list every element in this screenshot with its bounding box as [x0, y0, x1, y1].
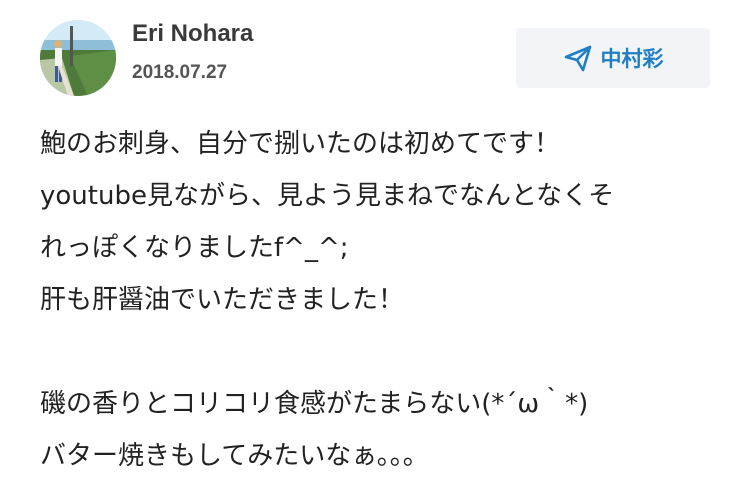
post-body: 鮑のお刺身、自分で捌いたのは初めてです！ youtube見ながら、見よう見まねで…	[40, 118, 720, 482]
avatar-photo	[40, 20, 116, 96]
body-line: 鮑のお刺身、自分で捌いたのは初めてです！	[40, 129, 561, 159]
body-line: 磯の香りとコリコリ食感がたまらない(*´ω｀*)	[40, 389, 589, 419]
send-icon	[563, 43, 593, 73]
body-line: youtube見ながら、見よう見まねでなんとなくそ	[40, 181, 615, 211]
author-name[interactable]: Eri Nohara	[132, 20, 253, 48]
body-line: れっぽくなりましたf^_^;	[40, 233, 349, 263]
body-line: 肝も肝醤油でいただきました！	[40, 285, 405, 315]
post-header: Eri Nohara 2018.07.27 中村彩	[40, 18, 710, 98]
body-line: バター焼きもしてみたいなぁ。。。	[40, 441, 429, 471]
mention-button[interactable]: 中村彩	[516, 28, 710, 88]
body-line-blank	[40, 326, 720, 378]
post-date: 2018.07.27	[132, 62, 228, 83]
mention-label: 中村彩	[600, 47, 664, 71]
avatar[interactable]	[40, 20, 116, 96]
